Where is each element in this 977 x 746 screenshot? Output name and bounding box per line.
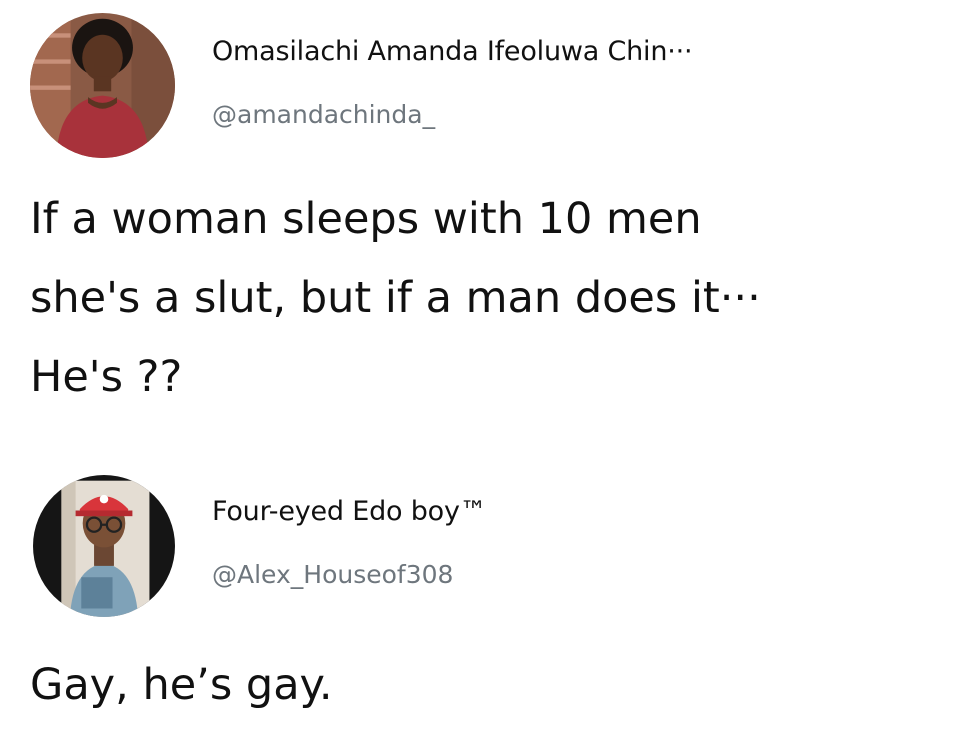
tweet-text: Gay, he’s gay.: [30, 646, 333, 725]
display-name[interactable]: Four-eyed Edo boy™: [212, 496, 487, 527]
avatar[interactable]: [33, 475, 175, 617]
tweet-text-line: Gay, he’s gay.: [30, 660, 333, 710]
tweet-text-line: she's a slut, but if a man does it···: [30, 273, 761, 323]
profile-photo-icon: [33, 475, 175, 617]
tweet-text-line: He's ??: [30, 352, 183, 402]
tweet-2: Four-eyed Edo boy™ @Alex_Houseof308 Gay,…: [0, 470, 977, 746]
tweet-text: If a woman sleeps with 10 men she's a sl…: [30, 180, 761, 417]
user-handle[interactable]: @amandachinda_: [212, 100, 435, 129]
user-handle[interactable]: @Alex_Houseof308: [212, 560, 453, 589]
profile-photo-icon: [30, 13, 175, 158]
display-name[interactable]: Omasilachi Amanda Ifeoluwa Chin···: [212, 36, 693, 67]
tweet-text-line: If a woman sleeps with 10 men: [30, 194, 702, 244]
avatar[interactable]: [30, 13, 175, 158]
tweet-1: Omasilachi Amanda Ifeoluwa Chin··· @aman…: [0, 0, 977, 470]
